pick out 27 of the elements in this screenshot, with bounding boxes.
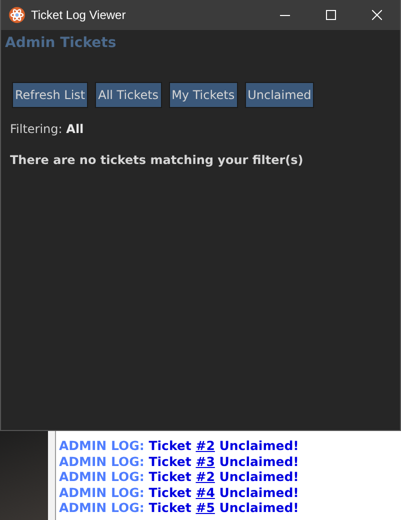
filter-button[interactable]: Refresh List xyxy=(12,82,88,108)
app-icon xyxy=(9,7,25,23)
empty-message: There are no tickets matching your filter(s) xyxy=(9,153,304,167)
maximize-icon xyxy=(326,10,336,20)
ticket-link[interactable]: #3 xyxy=(196,454,215,468)
log-message: Ticket #5 Unclaimed! xyxy=(148,500,299,515)
filter-button[interactable]: Unclaimed xyxy=(244,82,314,108)
log-message: Ticket #3 Unclaimed! xyxy=(148,454,299,468)
filter-value: All xyxy=(66,122,84,136)
filter-button[interactable]: My Tickets xyxy=(168,82,238,108)
page-heading: Admin Tickets xyxy=(5,35,118,51)
filter-button[interactable]: All Tickets xyxy=(95,82,162,108)
log-prefix: ADMIN LOG: xyxy=(59,500,144,515)
ticket-link[interactable]: #5 xyxy=(196,500,215,515)
ticket-link[interactable]: #2 xyxy=(196,469,215,484)
log-prefix: ADMIN LOG: xyxy=(59,469,144,484)
log-prefix: ADMIN LOG: xyxy=(59,454,144,468)
ticket-link[interactable]: #2 xyxy=(196,438,215,453)
log-message: Ticket #2 Unclaimed! xyxy=(148,438,299,453)
log-prefix: ADMIN LOG: xyxy=(59,484,144,500)
log-prefix: ADMIN LOG: xyxy=(59,438,144,453)
filter-label: Filtering: xyxy=(10,122,62,136)
close-icon xyxy=(372,10,382,20)
log-message: Ticket #4 Unclaimed! xyxy=(148,484,299,500)
ticket-link[interactable]: #4 xyxy=(196,484,215,500)
log-message: Ticket #2 Unclaimed! xyxy=(148,469,299,484)
window-title: Ticket Log Viewer xyxy=(31,8,126,22)
